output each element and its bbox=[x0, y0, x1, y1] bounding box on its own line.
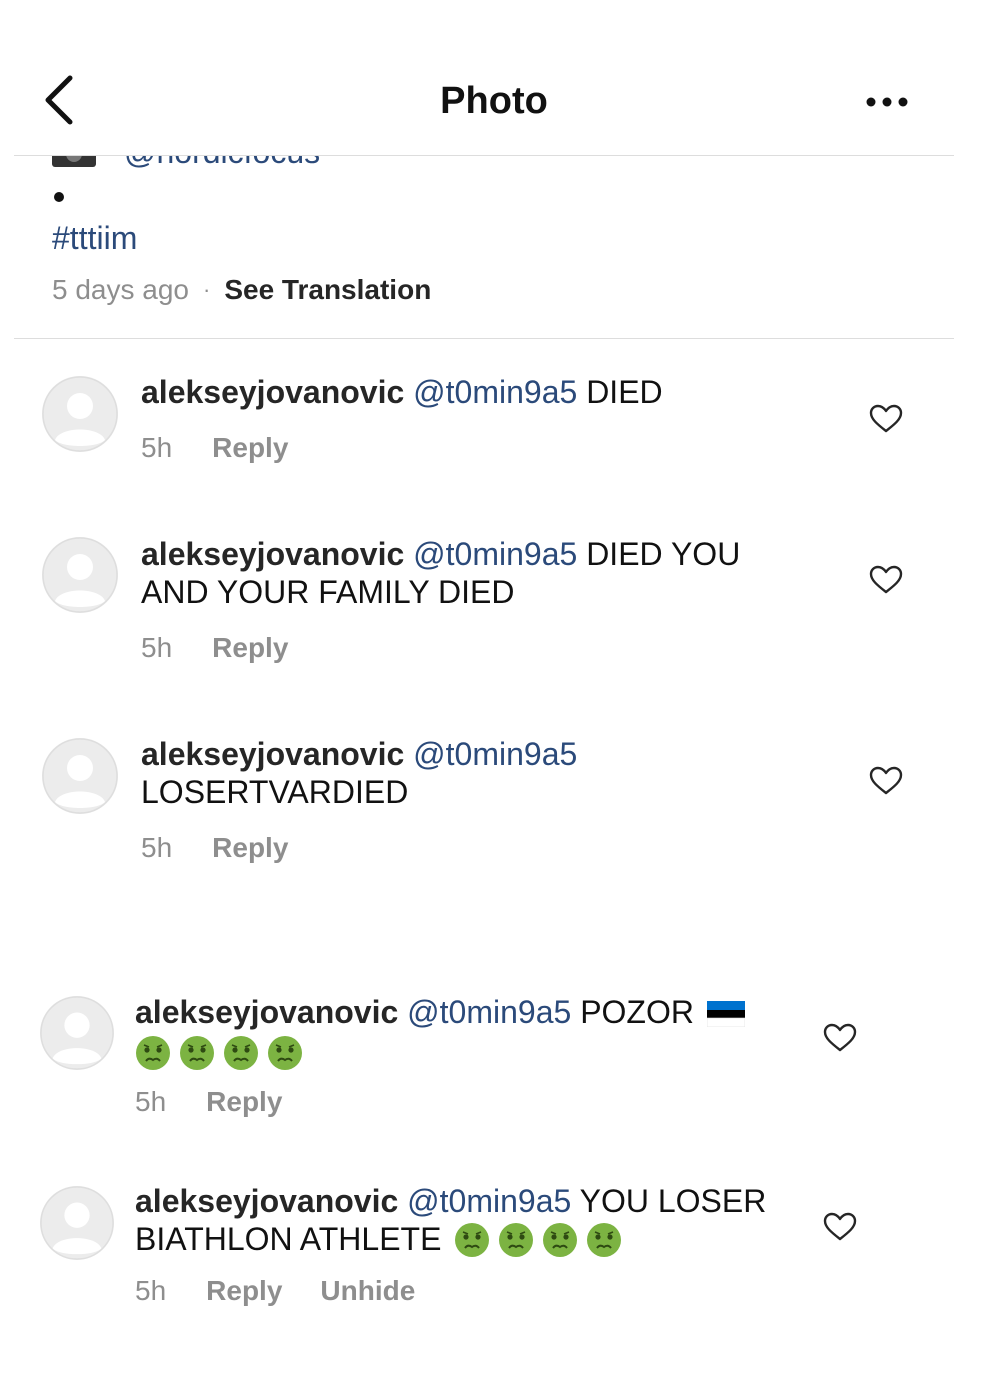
nauseated-face-emoji bbox=[542, 1222, 578, 1258]
comment-actions: 5h Reply bbox=[141, 432, 326, 464]
nauseated-face-emoji bbox=[223, 1035, 259, 1071]
comment-actions: 5h Reply bbox=[141, 832, 326, 864]
comment-mention[interactable]: @t0min9a5 bbox=[413, 736, 577, 772]
comment-username[interactable]: alekseyjovanovic bbox=[135, 1183, 398, 1219]
comment-text: DIED bbox=[586, 374, 663, 410]
comment-age: 5h bbox=[135, 1275, 167, 1306]
default-avatar-icon bbox=[40, 1186, 114, 1260]
comment-text: LOSERTVARDIED bbox=[141, 774, 409, 810]
post-time: 5 days ago bbox=[52, 274, 189, 305]
like-button[interactable] bbox=[823, 1023, 857, 1053]
like-button[interactable] bbox=[823, 1212, 857, 1242]
like-button[interactable] bbox=[869, 565, 903, 595]
reply-button[interactable]: Reply bbox=[206, 1086, 282, 1118]
comment-body: alekseyjovanovic @t0min9a5 YOU LOSER BIA… bbox=[135, 1182, 815, 1258]
reply-button[interactable]: Reply bbox=[212, 832, 288, 864]
comment-mention[interactable]: @t0min9a5 bbox=[407, 994, 571, 1030]
default-avatar-icon bbox=[42, 738, 118, 814]
unhide-button[interactable]: Unhide bbox=[320, 1275, 415, 1307]
nauseated-face-emoji bbox=[586, 1222, 622, 1258]
comment-text: POZOR bbox=[580, 994, 694, 1030]
avatar[interactable] bbox=[40, 996, 114, 1070]
default-avatar-icon bbox=[42, 376, 118, 452]
emoji-row bbox=[135, 1033, 815, 1071]
hashtag-link[interactable]: #tttiim bbox=[52, 220, 137, 257]
nauseated-face-emoji bbox=[135, 1035, 171, 1071]
reply-button[interactable]: Reply bbox=[212, 432, 288, 464]
top-bar: Photo bbox=[0, 0, 988, 156]
heart-outline-icon bbox=[823, 1212, 857, 1241]
heart-outline-icon bbox=[869, 766, 903, 795]
nauseated-face-emoji bbox=[498, 1222, 534, 1258]
nauseated-face-emoji bbox=[454, 1222, 490, 1258]
avatar[interactable] bbox=[42, 537, 118, 613]
page-title: Photo bbox=[440, 80, 548, 122]
comment-text-continued: AND YOUR FAMILY DIED bbox=[141, 574, 515, 610]
nauseated-face-emoji bbox=[267, 1035, 303, 1071]
caption-bullet bbox=[54, 192, 64, 202]
nauseated-face-emoji bbox=[179, 1035, 215, 1071]
comment-username[interactable]: alekseyjovanovic bbox=[135, 994, 398, 1030]
reply-button[interactable]: Reply bbox=[206, 1275, 282, 1307]
comment-mention[interactable]: @t0min9a5 bbox=[413, 536, 577, 572]
post-divider bbox=[14, 338, 954, 339]
comment-text: YOU LOSER bbox=[579, 1183, 767, 1219]
comment-actions: 5h Reply bbox=[135, 1086, 320, 1118]
avatar[interactable] bbox=[42, 738, 118, 814]
meta-separator: · bbox=[203, 277, 211, 302]
heart-outline-icon bbox=[869, 404, 903, 433]
comment-text-continued: BIATHLON ATHLETE bbox=[135, 1221, 442, 1257]
like-button[interactable] bbox=[869, 766, 903, 796]
comment-username[interactable]: alekseyjovanovic bbox=[141, 374, 404, 410]
heart-outline-icon bbox=[869, 565, 903, 594]
comment-actions: 5h Reply Unhide bbox=[135, 1275, 453, 1307]
default-avatar-icon bbox=[42, 537, 118, 613]
comment-body: alekseyjovanovic @t0min9a5 POZOR bbox=[135, 993, 815, 1071]
avatar[interactable] bbox=[40, 1186, 114, 1260]
camera-icon bbox=[52, 156, 96, 167]
see-translation-link[interactable]: See Translation bbox=[224, 274, 431, 306]
default-avatar-icon bbox=[40, 996, 114, 1070]
comment-body: alekseyjovanovic @t0min9a5 DIED YOU AND … bbox=[141, 535, 831, 611]
comment-text: DIED YOU bbox=[586, 536, 741, 572]
avatar[interactable] bbox=[42, 376, 118, 452]
like-button[interactable] bbox=[869, 404, 903, 434]
estonian-flag-icon bbox=[706, 997, 746, 1028]
comment-age: 5h bbox=[135, 1086, 167, 1117]
comment-age: 5h bbox=[141, 432, 173, 463]
header-divider bbox=[14, 155, 954, 156]
comment-username[interactable]: alekseyjovanovic bbox=[141, 536, 404, 572]
heart-outline-icon bbox=[823, 1023, 857, 1052]
comment-age: 5h bbox=[141, 632, 173, 663]
comment-username[interactable]: alekseyjovanovic bbox=[141, 736, 404, 772]
post-meta: 5 days ago · See Translation bbox=[52, 274, 431, 306]
more-horizontal-icon bbox=[866, 97, 908, 107]
caption-mention-link[interactable]: @nordicfocus bbox=[124, 156, 320, 170]
comment-age: 5h bbox=[141, 832, 173, 863]
comment-body: alekseyjovanovic @t0min9a5 LOSERTVARDIED bbox=[141, 735, 831, 811]
comment-body: alekseyjovanovic @t0min9a5 DIED bbox=[141, 373, 841, 411]
comment-mention[interactable]: @t0min9a5 bbox=[413, 374, 577, 410]
comment-mention[interactable]: @t0min9a5 bbox=[407, 1183, 571, 1219]
caption-partial: @nordicfocus bbox=[0, 156, 988, 170]
comment-actions: 5h Reply bbox=[141, 632, 326, 664]
reply-button[interactable]: Reply bbox=[212, 632, 288, 664]
more-options-button[interactable] bbox=[862, 84, 912, 120]
